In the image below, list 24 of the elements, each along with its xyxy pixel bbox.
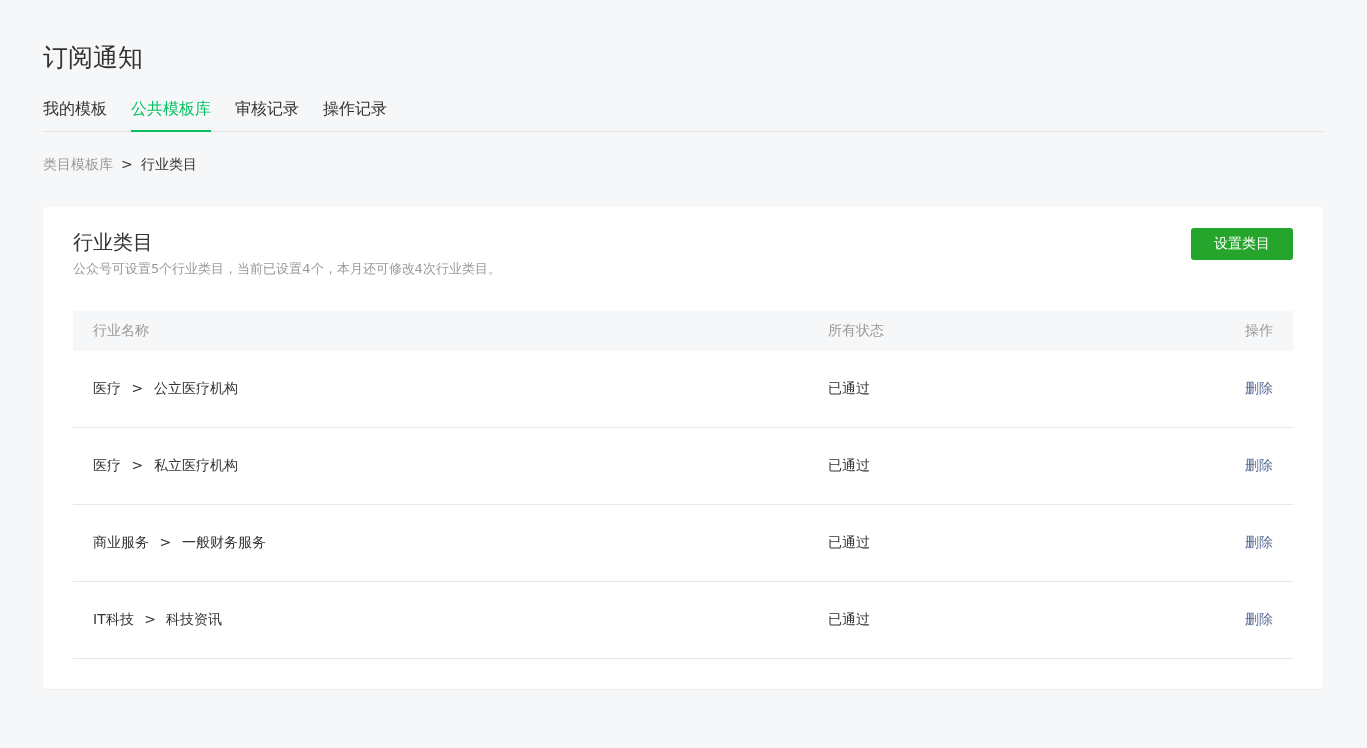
column-header: 操作 xyxy=(1244,322,1273,340)
tab[interactable]: 审核记录 xyxy=(235,98,299,132)
breadcrumb-current: 行业类目 xyxy=(140,155,197,174)
status-cell-text: 已通过 xyxy=(828,611,871,629)
delete-link[interactable]: 删除 xyxy=(1245,380,1273,396)
breadcrumb-separator: > xyxy=(121,155,133,174)
category-cell-text: IT科技 > 科技资讯 xyxy=(93,611,224,629)
card-title: 行业类目 xyxy=(73,229,154,256)
set-category-button[interactable]: 设置类目 xyxy=(1191,228,1293,260)
tab[interactable]: 操作记录 xyxy=(323,98,387,132)
delete-link[interactable]: 删除 xyxy=(1245,457,1273,473)
column-header: 行业名称 xyxy=(93,322,150,340)
delete-link[interactable]: 删除 xyxy=(1245,534,1273,550)
status-cell-text: 已通过 xyxy=(828,380,871,398)
status-cell-text: 已通过 xyxy=(828,534,871,552)
tab[interactable]: 我的模板 xyxy=(43,98,107,132)
column-header: 所有状态 xyxy=(828,322,885,340)
category-cell-text: 医疗 > 私立医疗机构 xyxy=(93,457,239,475)
category-cell-text: 商业服务 > 一般财务服务 xyxy=(93,534,267,552)
delete-link[interactable]: 删除 xyxy=(1245,611,1273,627)
status-cell-text: 已通过 xyxy=(828,457,871,475)
page-title: 订阅通知 xyxy=(43,42,144,74)
card-description: 公众号可设置5个行业类目，当前已设置4个，本月还可修改4次行业类目。 xyxy=(73,260,501,278)
category-cell-text: 医疗 > 公立医疗机构 xyxy=(93,380,239,398)
